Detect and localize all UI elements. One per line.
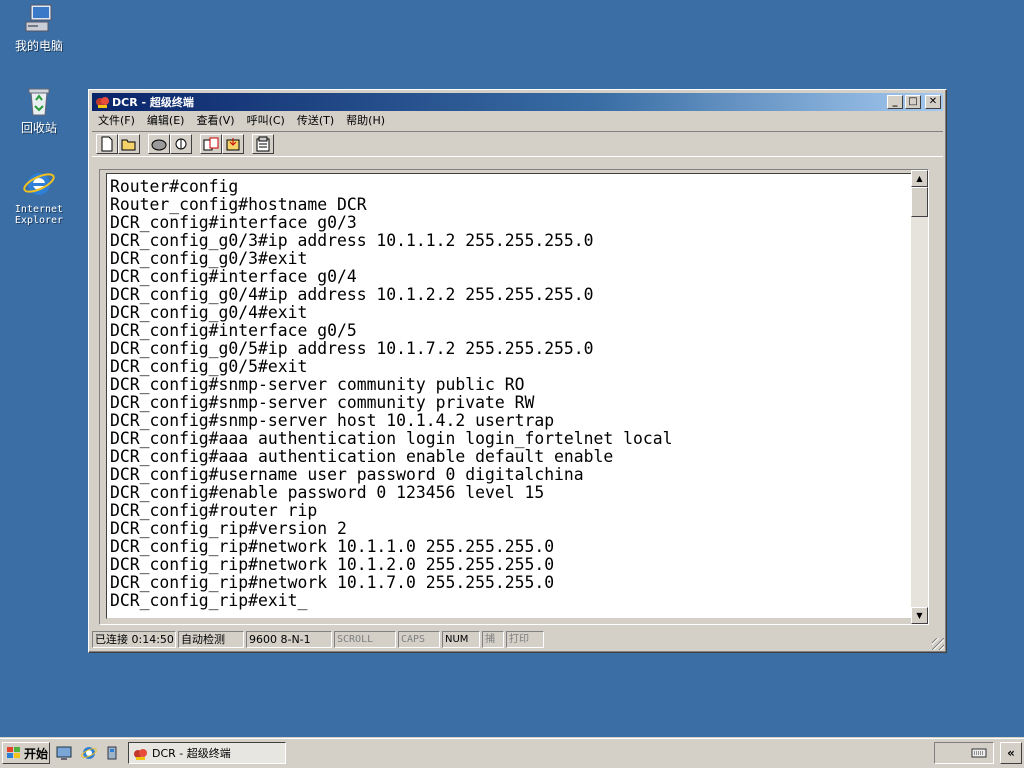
disconnect-icon [175, 138, 187, 150]
terminal-line: DCR_config_g0/4#ip address 10.1.2.2 255.… [110, 285, 594, 304]
windows-logo-icon [7, 747, 20, 758]
desktop-icon-my-computer[interactable]: 我的电脑 [4, 2, 74, 53]
vertical-scrollbar[interactable]: ▲ ▼ [911, 170, 928, 624]
desktop-icon-internet-explorer[interactable]: Internet Explorer [4, 166, 74, 226]
tray-expand-button[interactable]: « [1000, 742, 1022, 764]
my-computer-icon [22, 2, 56, 36]
status-bar: 已连接 0:14:50 自动检测 9600 8-N-1 SCROLL CAPS … [92, 630, 943, 648]
terminal-line: DCR_config#snmp-server community public … [110, 375, 525, 394]
terminal-line: DCR_config_rip#exit_ [110, 591, 308, 610]
scroll-up-button[interactable]: ▲ [911, 170, 928, 187]
hyperterminal-window: DCR - 超级终端 _ □ ✕ 文件(F) 编辑(E) 查看(V) 呼叫(C)… [88, 89, 947, 653]
terminal-line: DCR_config_g0/3#exit [110, 249, 308, 268]
status-scroll: SCROLL [334, 630, 396, 648]
scroll-thumb[interactable] [911, 187, 928, 217]
disconnect-button[interactable] [170, 134, 192, 154]
keyboard-icon[interactable] [971, 747, 987, 759]
scroll-down-button[interactable]: ▼ [911, 607, 928, 624]
send-icon [203, 137, 219, 151]
status-baud: 9600 8-N-1 [246, 630, 332, 648]
hyperterminal-app-icon [95, 94, 110, 109]
open-button[interactable] [118, 134, 140, 154]
status-caps: CAPS [398, 630, 440, 648]
window-title: DCR - 超级终端 [112, 96, 194, 109]
start-label: 开始 [24, 746, 49, 761]
quicklaunch-ie-icon[interactable] [81, 745, 97, 761]
terminal-line: DCR_config#enable password 0 123456 leve… [110, 483, 545, 502]
terminal-line: DCR_config_rip#network 10.1.2.0 255.255.… [110, 555, 555, 574]
receive-icon [226, 138, 240, 151]
terminal-line: DCR_config_rip#network 10.1.1.0 255.255.… [110, 537, 555, 556]
properties-button[interactable] [252, 134, 274, 154]
terminal-line: DCR_config_rip#network 10.1.7.0 255.255.… [110, 573, 555, 592]
new-button[interactable] [96, 134, 118, 154]
new-icon [101, 136, 113, 152]
resize-grip[interactable] [932, 638, 944, 650]
terminal-line: DCR_config#username user password 0 digi… [110, 465, 584, 484]
start-button[interactable]: 开始 [2, 742, 50, 764]
terminal-line: DCR_config_rip#version 2 [110, 519, 347, 538]
status-num: NUM [442, 630, 480, 648]
terminal-line: Router#config [110, 177, 239, 196]
desktop-icon-label: 回收站 [20, 121, 57, 135]
menu-bar: 文件(F) 编辑(E) 查看(V) 呼叫(C) 传送(T) 帮助(H) [92, 112, 943, 130]
properties-icon [256, 136, 270, 152]
taskbar-item-hyperterminal[interactable]: DCR - 超级终端 [128, 742, 286, 764]
terminal-line: DCR_config#snmp-server community private… [110, 393, 535, 412]
status-print: 打印 [506, 630, 544, 648]
hyperterminal-app-icon [134, 748, 147, 760]
terminal-line: DCR_config#interface g0/4 [110, 267, 357, 286]
open-icon [121, 139, 136, 151]
menu-file[interactable]: 文件(F) [92, 112, 141, 130]
terminal-line: DCR_config_g0/5#ip address 10.1.7.2 255.… [110, 339, 594, 358]
taskbar: 开始 DCR - 超级终端 « [0, 738, 1024, 768]
desktop-icon-label: 我的电脑 [14, 39, 63, 53]
menu-edit[interactable]: 编辑(E) [141, 112, 191, 130]
menu-call[interactable]: 呼叫(C) [241, 112, 291, 130]
terminal-line: DCR_config_g0/4#exit [110, 303, 308, 322]
terminal-line: Router_config#hostname DCR [110, 195, 367, 214]
receive-button[interactable] [222, 134, 244, 154]
quicklaunch-explorer-icon[interactable] [104, 745, 120, 761]
send-button[interactable] [200, 134, 222, 154]
title-bar[interactable]: DCR - 超级终端 _ □ ✕ [92, 93, 943, 111]
desktop-icon-label: Internet Explorer [14, 204, 64, 226]
menu-view[interactable]: 查看(V) [190, 112, 240, 130]
call-icon [151, 139, 167, 151]
terminal-frame: Router#config Router_config#hostname DCR D… [99, 169, 929, 625]
menu-transfer[interactable]: 传送(T) [291, 112, 340, 130]
close-button[interactable]: ✕ [925, 95, 941, 109]
menu-help[interactable]: 帮助(H) [340, 112, 391, 130]
terminal-line: DCR_config#router rip [110, 501, 318, 520]
taskbar-item-label: DCR - 超级终端 [152, 747, 231, 760]
internet-explorer-icon [22, 166, 56, 200]
terminal-line: DCR_config#aaa authentication enable def… [110, 447, 614, 466]
terminal-output[interactable]: Router#config Router_config#hostname DCR D… [106, 173, 916, 619]
maximize-button[interactable]: □ [905, 95, 921, 109]
terminal-line: DCR_config_g0/5#exit [110, 357, 308, 376]
terminal-line: DCR_config_g0/3#ip address 10.1.1.2 255.… [110, 231, 594, 250]
toolbar [92, 131, 943, 157]
terminal-line: DCR_config#interface g0/5 [110, 321, 357, 340]
system-tray [934, 742, 994, 764]
minimize-button[interactable]: _ [887, 95, 903, 109]
quicklaunch-desktop-icon[interactable] [56, 745, 72, 761]
call-button[interactable] [148, 134, 170, 154]
desktop-icon-recycle-bin[interactable]: 回收站 [4, 84, 74, 135]
terminal-line: DCR_config#aaa authentication login logi… [110, 429, 673, 448]
status-capture: 捕 [482, 630, 504, 648]
recycle-bin-icon [22, 84, 56, 118]
status-auto-detect: 自动检测 [178, 630, 244, 648]
terminal-line: DCR_config#interface g0/3 [110, 213, 357, 232]
status-connected-time: 已连接 0:14:50 [92, 630, 176, 648]
terminal-line: DCR_config#snmp-server host 10.1.4.2 use… [110, 411, 555, 430]
